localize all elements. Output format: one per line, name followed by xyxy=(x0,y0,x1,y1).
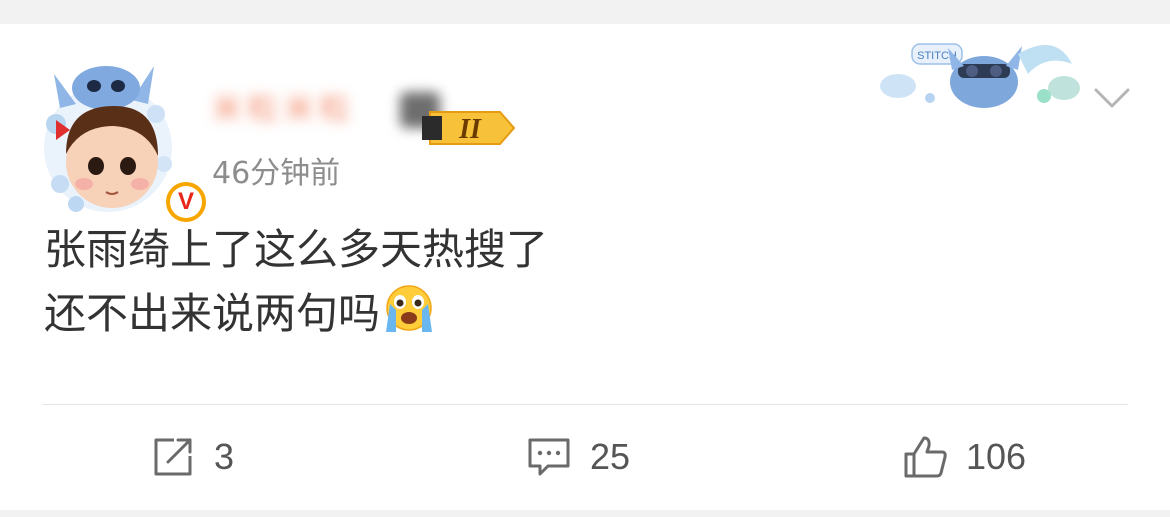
comment-icon xyxy=(528,438,570,476)
repost-count: 3 xyxy=(214,436,235,477)
like-button[interactable]: 106 xyxy=(902,434,1026,480)
divider xyxy=(42,404,1128,405)
post-text-line-content: 还不出来说两句吗 xyxy=(44,289,381,338)
like-count: 106 xyxy=(966,436,1027,477)
post-text-line: 张雨绮上了这么多天热搜了 xyxy=(44,225,549,274)
thumbs-up-icon xyxy=(904,436,947,478)
member-level-badge-icon[interactable]: II xyxy=(420,110,516,146)
chevron-down-icon[interactable] xyxy=(1092,84,1132,110)
crying-face-icon xyxy=(386,285,433,332)
repost-button[interactable]: 3 xyxy=(150,434,234,480)
avatar-image xyxy=(44,66,172,212)
level-badge-text: II xyxy=(458,114,482,145)
post-body: 张雨绮上了这么多天热搜了 还不出来说两句吗 xyxy=(44,220,944,340)
comment-button[interactable]: 25 xyxy=(526,434,630,480)
verified-badge-icon: V xyxy=(162,178,210,226)
avatar[interactable]: V xyxy=(36,44,210,226)
username[interactable]: 米粒米粒 xyxy=(212,86,412,134)
bottom-spacer xyxy=(0,510,1170,517)
post-timestamp: 46分钟前 xyxy=(212,156,341,191)
stitch-sticker-icon: STITCH xyxy=(880,43,1080,108)
post-card: V 米粒米粒 II 46分钟前 STITCH 张雨绮上了这么多天热搜了 还不出来… xyxy=(0,24,1170,510)
top-spacer xyxy=(0,0,1170,24)
comment-count: 25 xyxy=(590,436,631,477)
repost-icon xyxy=(154,438,192,476)
post-text-line: 还不出来说两句吗 xyxy=(44,280,944,340)
